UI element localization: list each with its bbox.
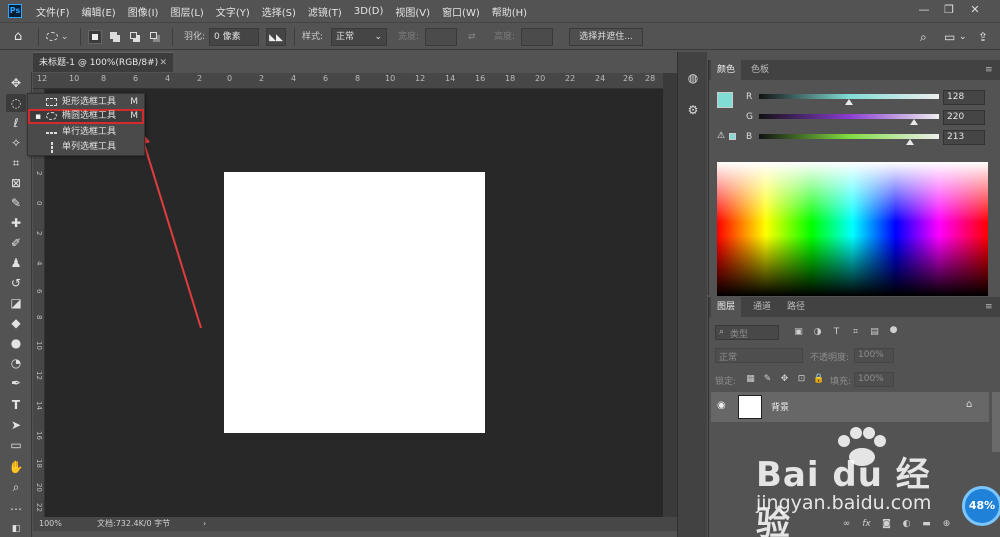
slider-r[interactable]: R 128 xyxy=(709,90,1000,107)
add-mask-icon[interactable]: ◙ xyxy=(881,519,892,530)
slider-g[interactable]: G 220 xyxy=(709,110,1000,127)
layer-thumbnail xyxy=(738,395,762,419)
lock-image-icon[interactable]: ✎ xyxy=(762,374,773,385)
new-group-icon[interactable]: ▬ xyxy=(921,519,932,530)
layer-style-icon[interactable]: fx xyxy=(861,519,872,530)
channel-value-input[interactable]: 213 xyxy=(943,130,985,145)
opacity-input: 100% xyxy=(854,348,894,363)
slider-thumb[interactable] xyxy=(906,139,915,145)
filter-type-icon[interactable]: T xyxy=(831,327,842,338)
blend-mode-select: 正常 xyxy=(715,348,803,363)
panel-menu-icon[interactable]: ≡ xyxy=(979,60,999,80)
color-panel: 颜色 色板 ≡ R 128 G 220 ⚠ B 213 xyxy=(708,60,1000,296)
link-layers-icon[interactable]: ∞ xyxy=(841,519,852,530)
flyout-item-single-column-marquee[interactable]: 单列选框工具 xyxy=(28,140,144,155)
lock-icon[interactable]: ⌂ xyxy=(966,399,972,410)
layer-filter-select[interactable]: ⌕ 类型 xyxy=(715,325,779,340)
filter-smart-object-icon[interactable]: ▤ xyxy=(869,327,880,338)
rectangle-marquee-icon xyxy=(46,98,57,106)
arrow-shaft xyxy=(142,139,202,329)
tab-swatches[interactable]: 色板 xyxy=(745,60,775,80)
opacity-value: 100% xyxy=(858,350,884,360)
channel-value-input[interactable]: 220 xyxy=(943,110,985,125)
lock-position-icon[interactable]: ✥ xyxy=(779,374,790,385)
layers-scrollbar[interactable] xyxy=(992,392,1000,452)
filter-shape-icon[interactable]: ⌗ xyxy=(850,327,861,338)
single-column-marquee-icon xyxy=(51,142,53,153)
fill-value: 100% xyxy=(858,374,884,384)
adjustments-icon[interactable]: ◍ xyxy=(683,68,703,88)
fill-label: 填充: xyxy=(830,377,852,387)
search-icon: ⌕ xyxy=(719,327,725,337)
lock-all-icon[interactable]: 🔒 xyxy=(813,374,824,385)
slider-thumb[interactable] xyxy=(845,99,853,105)
tab-color[interactable]: 颜色 xyxy=(711,60,742,80)
gamut-swatch[interactable] xyxy=(729,133,736,140)
lock-artboard-icon[interactable]: ⊡ xyxy=(796,374,807,385)
flyout-item-single-row-marquee[interactable]: 单行选框工具 xyxy=(28,125,144,140)
selected-bullet-icon: ▪ xyxy=(35,112,42,122)
slider-b[interactable]: ⚠ B 213 xyxy=(709,130,1000,147)
fill-input: 100% xyxy=(854,372,894,387)
layers-panel-tabs: 图层 通道 路径 ≡ xyxy=(709,297,1000,317)
slider-thumb[interactable] xyxy=(909,119,918,125)
layers-panel: 图层 通道 路径 ≡ ⌕ 类型 ▣ ◑ T ⌗ ▤ ● 正常 不透明度: 100… xyxy=(708,297,1000,537)
ellipse-marquee-icon xyxy=(46,112,57,120)
layer-name[interactable]: 背景 xyxy=(771,400,789,413)
photoshop-window: Ps 文件(F) 编辑(E) 图像(I) 图层(L) 文字(Y) 选择(S) 滤… xyxy=(0,0,1000,537)
panel-dock-strip: ◍ ⚙ xyxy=(677,52,707,537)
channel-label: B xyxy=(746,132,753,142)
new-adjustment-icon[interactable]: ◐ xyxy=(901,519,912,530)
layer-filter-placeholder: 类型 xyxy=(730,330,749,340)
lock-transparent-icon[interactable]: ▦ xyxy=(745,374,756,385)
tab-channels[interactable]: 通道 xyxy=(747,297,777,317)
flyout-item-rectangle-marquee[interactable]: 矩形选框工具 M xyxy=(28,95,144,110)
color-spectrum[interactable] xyxy=(717,162,988,296)
filter-toggle-icon[interactable]: ● xyxy=(888,325,899,336)
color-panel-tabs: 颜色 色板 ≡ xyxy=(709,60,1000,80)
channel-value-input[interactable]: 128 xyxy=(943,90,985,105)
lock-label: 锁定: xyxy=(715,377,737,387)
layers-footer: ∞ fx ◙ ◐ ▬ ⊕ xyxy=(709,515,1000,537)
layer-row[interactable]: ◉ 背景 ⌂ xyxy=(711,392,989,422)
opacity-label: 不透明度: xyxy=(810,353,850,363)
panel-menu-icon[interactable]: ≡ xyxy=(979,297,999,317)
channel-label: R xyxy=(746,92,753,102)
zoom-badge[interactable]: 48% xyxy=(962,486,1000,526)
filter-pixel-icon[interactable]: ▣ xyxy=(793,327,804,338)
eye-icon[interactable]: ◉ xyxy=(717,400,726,411)
channel-label: G xyxy=(746,112,753,122)
warning-icon[interactable]: ⚠ xyxy=(717,131,725,141)
new-layer-icon[interactable]: ⊕ xyxy=(941,519,952,530)
single-row-marquee-icon xyxy=(46,132,57,134)
marquee-tool-flyout: 矩形选框工具 M ▪ 椭圆选框工具 M 单行选框工具 单列选框工具 xyxy=(27,93,145,156)
blend-mode-value: 正常 xyxy=(719,353,738,363)
learn-icon[interactable]: ⚙ xyxy=(683,100,703,120)
filter-adjustment-icon[interactable]: ◑ xyxy=(812,327,823,338)
flyout-item-ellipse-marquee[interactable]: ▪ 椭圆选框工具 M xyxy=(28,109,144,124)
tab-paths[interactable]: 路径 xyxy=(781,297,811,317)
tab-layers[interactable]: 图层 xyxy=(711,297,742,317)
